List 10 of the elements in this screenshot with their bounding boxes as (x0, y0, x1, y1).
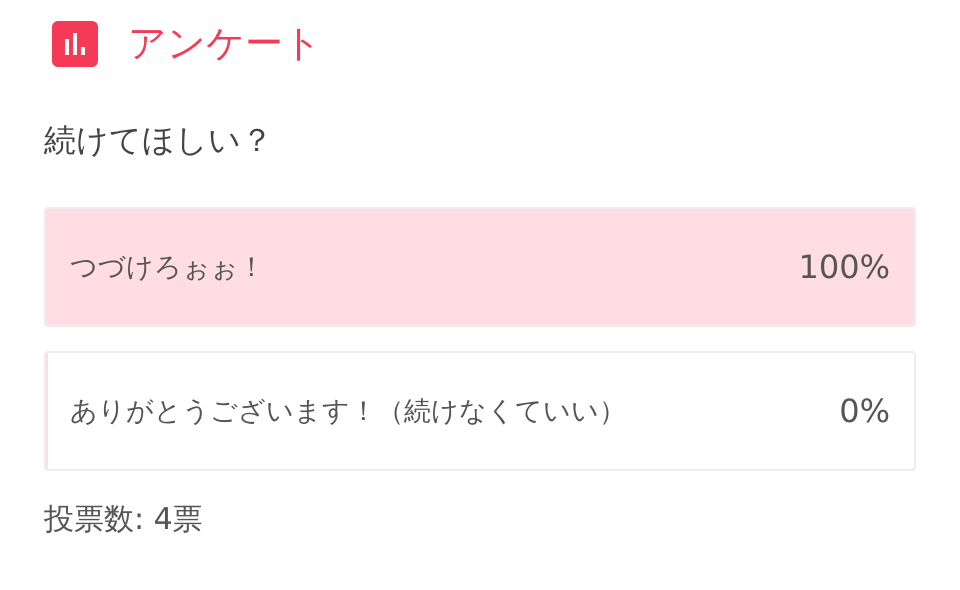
poll-title: アンケート (128, 20, 322, 67)
option-percent: 0% (839, 392, 890, 430)
bar-chart-icon (52, 20, 98, 66)
option-label: ありがとうございます！（続けなくていい） (70, 395, 626, 429)
poll-option[interactable]: つづけろぉぉ！ 100% (44, 207, 916, 327)
option-label: つづけろぉぉ！ (70, 251, 265, 285)
vote-count: 投票数: 4票 (44, 501, 204, 539)
poll-question: 続けてほしい？ (44, 120, 274, 161)
option-percent: 100% (798, 248, 890, 286)
poll-option[interactable]: ありがとうございます！（続けなくていい） 0% (44, 351, 916, 471)
